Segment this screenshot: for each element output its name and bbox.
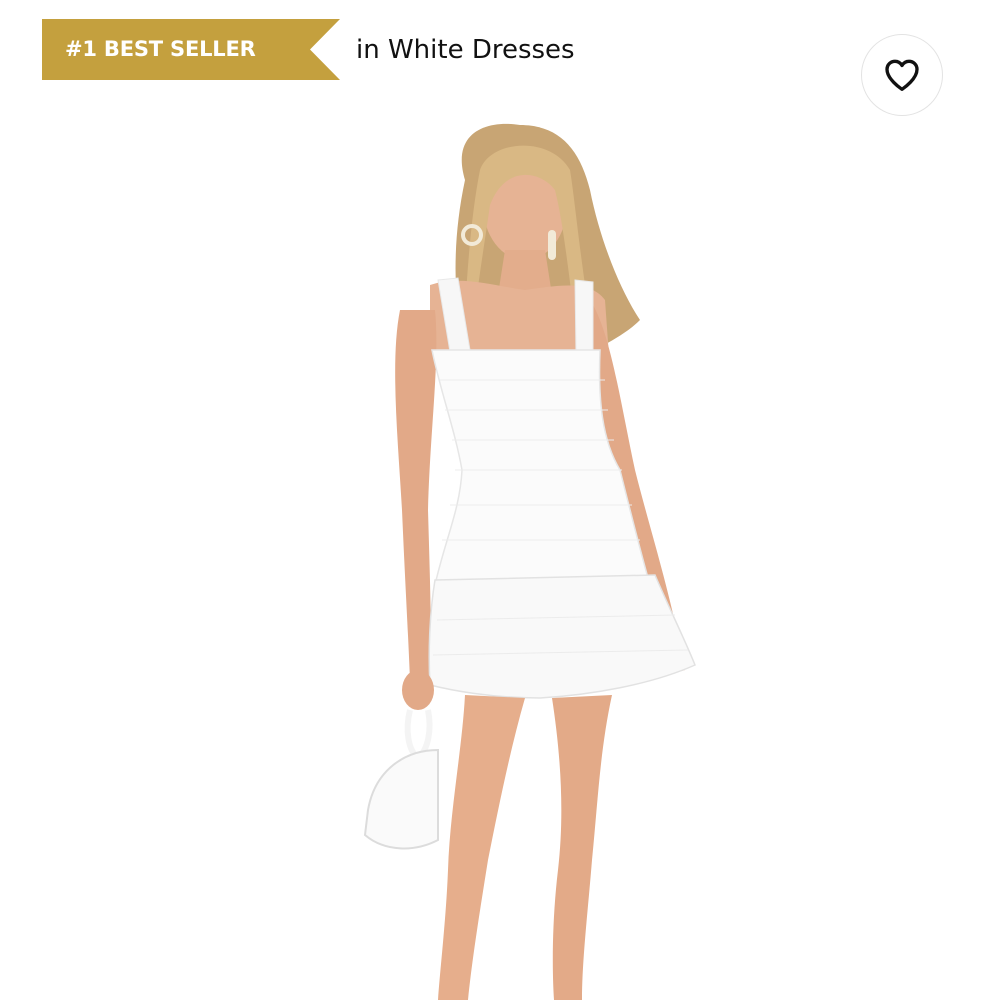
product-image[interactable] (290, 110, 750, 1000)
best-seller-badge: #1 BEST SELLER (42, 19, 340, 80)
heart-icon (885, 59, 919, 92)
badge-label: #1 BEST SELLER (65, 37, 256, 61)
model-illustration (363, 123, 696, 1000)
wishlist-button[interactable] (861, 34, 943, 116)
category-label: in White Dresses (356, 35, 575, 65)
